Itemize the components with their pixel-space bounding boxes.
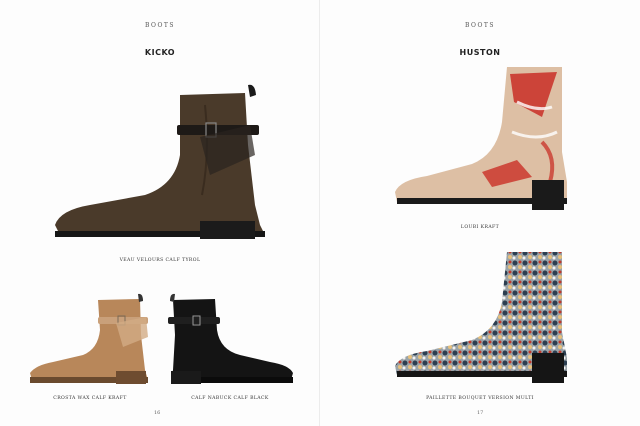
right-section-title: BOOTS [465,22,495,29]
left-model-title: KICKO [144,48,176,57]
left-section-title: BOOTS [145,22,175,29]
huston-loubi-kraft-boot-image [395,67,567,210]
right-page-number: 17 [477,410,484,416]
huston-top-caption: LOUBI KRAFT [460,225,500,230]
right-model-title: HUSTON [459,48,501,57]
kicko-black-boot-image [168,293,293,384]
huston-bottom-caption: PAILLETTE BOUQUET VERSION MULTI [426,396,534,401]
black-boot-caption: CALF NABUCK CALF BLACK [191,396,269,401]
left-page: BOOTS KICKO VEAU VELOURS CALF TYROL CROS… [0,0,320,426]
right-page: BOOTS HUSTON LOUBI KRAFT PAILLETTE BOUQU… [320,0,640,426]
kicko-tan-boot-image [30,293,148,384]
kicko-brown-boot-image [55,84,265,239]
left-page-number: 16 [154,410,161,416]
tan-boot-caption: CROSTA WAX CALF KRAFT [53,396,127,401]
huston-paillette-boot-image [395,252,567,383]
main-boot-caption: VEAU VELOURS CALF TYROL [119,258,201,263]
